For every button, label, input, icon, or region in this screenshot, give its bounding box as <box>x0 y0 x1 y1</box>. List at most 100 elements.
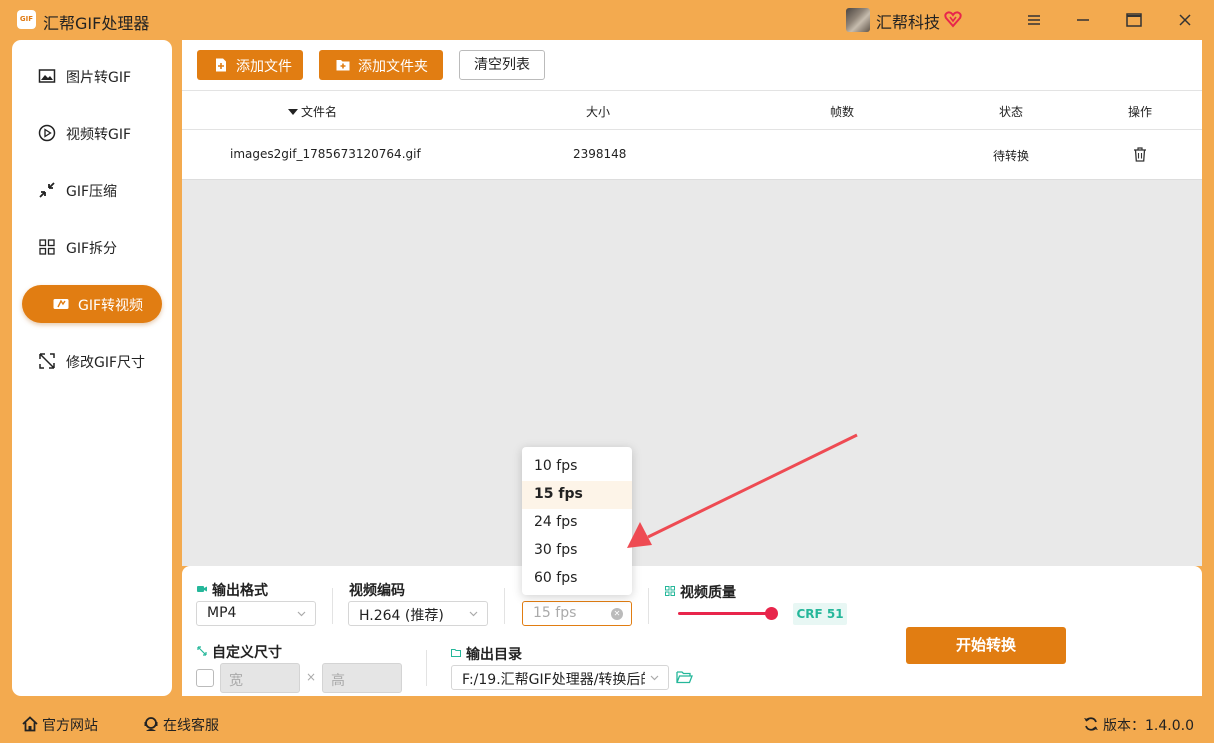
minimize-icon[interactable] <box>1071 8 1095 32</box>
divider <box>648 588 649 624</box>
sidebar: 图片转GIF 视频转GIF GIF压缩 GIF拆分 GIF转视频 修改GIF尺寸 <box>12 40 172 696</box>
times-sign: × <box>306 670 317 684</box>
support-icon <box>144 717 158 731</box>
custom-size-label: 自定义尺寸 <box>197 642 282 662</box>
clear-list-button[interactable]: 清空列表 <box>459 50 545 80</box>
quality-slider-handle[interactable] <box>765 607 778 620</box>
add-folder-label: 添加文件夹 <box>358 59 428 75</box>
divider <box>504 588 505 624</box>
output-format-select[interactable]: MP4 <box>196 601 316 626</box>
sidebar-item-label: GIF拆分 <box>66 241 118 257</box>
app-logo: GIF <box>17 10 36 29</box>
add-file-button[interactable]: 添加文件 <box>197 50 303 80</box>
support-label: 在线客服 <box>163 718 219 734</box>
divider <box>426 650 427 686</box>
title-bar: GIF 汇帮GIF处理器 汇帮科技 <box>0 0 1214 40</box>
maximize-icon[interactable] <box>1122 8 1146 32</box>
add-folder-icon <box>336 60 350 71</box>
video-codec-label: 视频编码 <box>349 583 405 599</box>
quality-slider-track[interactable] <box>678 612 772 615</box>
fps-option[interactable]: 30 fps <box>522 537 632 565</box>
video-icon <box>53 299 69 309</box>
column-label: 文件名 <box>301 105 338 119</box>
column-actions: 操作 <box>1128 105 1153 119</box>
section-label-text: 视频质量 <box>680 585 736 601</box>
folder-icon <box>451 649 461 657</box>
add-file-label: 添加文件 <box>236 59 292 75</box>
vip-heart-icon[interactable] <box>944 10 962 28</box>
fps-option[interactable]: 24 fps <box>522 509 632 537</box>
section-label-text: 输出格式 <box>212 583 268 599</box>
video-camera-icon <box>197 586 207 592</box>
grid-icon <box>665 586 675 596</box>
version-label: 版本：1.4.0.0 <box>1103 718 1194 734</box>
refresh-icon <box>1084 717 1098 731</box>
video-quality-label: 视频质量 <box>665 582 736 602</box>
height-input[interactable]: 高 <box>322 663 402 693</box>
app-title: 汇帮GIF处理器 <box>43 14 150 33</box>
footer: 官方网站 在线客服 版本：1.4.0.0 <box>0 706 1214 743</box>
sidebar-item-label: 修改GIF尺寸 <box>66 355 146 371</box>
resize-icon <box>197 646 207 656</box>
user-name[interactable]: 汇帮科技 <box>876 9 940 33</box>
folder-open-icon[interactable] <box>676 670 693 684</box>
resize-icon <box>39 353 55 369</box>
trash-icon[interactable] <box>1133 147 1147 162</box>
select-value: MP4 <box>207 605 237 621</box>
width-input[interactable]: 宽 <box>220 663 300 693</box>
select-value: H.264 (推荐) <box>359 608 444 624</box>
table-header: 文件名 大小 帧数 状态 操作 <box>182 90 1202 130</box>
file-list-area: 添加文件 添加文件夹 清空列表 文件名 大小 帧数 状态 操作 images2g… <box>182 40 1202 566</box>
fps-select[interactable]: 15 fps ✕ <box>522 601 632 626</box>
file-size: 2398148 <box>573 147 627 161</box>
close-icon[interactable] <box>1173 8 1197 32</box>
custom-size-checkbox[interactable] <box>196 669 214 687</box>
start-convert-button[interactable]: 开始转换 <box>906 627 1066 664</box>
sidebar-item-video-to-gif[interactable]: 视频转GIF <box>22 114 162 152</box>
menu-icon[interactable] <box>1022 8 1046 32</box>
avatar[interactable] <box>846 8 870 32</box>
column-frames[interactable]: 帧数 <box>830 103 854 120</box>
output-format-label: 输出格式 <box>197 580 268 600</box>
add-folder-button[interactable]: 添加文件夹 <box>319 50 443 80</box>
crf-badge: CRF 51 <box>793 603 847 625</box>
column-filename[interactable]: 文件名 <box>288 103 337 120</box>
sidebar-item-resize-gif[interactable]: 修改GIF尺寸 <box>22 342 162 380</box>
image-icon <box>38 69 56 83</box>
video-codec-select[interactable]: H.264 (推荐) <box>348 601 488 626</box>
home-icon <box>22 716 38 732</box>
select-value: F:/19.汇帮GIF处理器/转换后的 <box>462 672 645 688</box>
sidebar-item-gif-split[interactable]: GIF拆分 <box>22 228 162 266</box>
chevron-down-icon <box>469 611 478 617</box>
select-value: 15 fps <box>533 605 577 621</box>
fps-option-selected[interactable]: 15 fps <box>522 481 632 509</box>
clear-icon[interactable]: ✕ <box>611 608 623 620</box>
fps-option[interactable]: 10 fps <box>522 453 632 481</box>
divider <box>332 588 333 624</box>
add-file-icon <box>216 58 226 72</box>
fps-option[interactable]: 60 fps <box>522 565 632 593</box>
sidebar-item-gif-to-video[interactable]: GIF转视频 <box>22 285 162 323</box>
compress-icon <box>39 182 55 198</box>
table-row[interactable]: images2gif_1785673120764.gif 2398148 待转换 <box>182 130 1202 180</box>
play-circle-icon <box>38 124 56 142</box>
fps-dropdown: 10 fps 15 fps 24 fps 30 fps 60 fps <box>522 447 632 595</box>
sidebar-item-gif-compress[interactable]: GIF压缩 <box>22 171 162 209</box>
column-size[interactable]: 大小 <box>586 103 610 120</box>
column-status[interactable]: 状态 <box>999 103 1023 120</box>
sidebar-item-label: GIF转视频 <box>78 298 144 314</box>
section-label-text: 输出目录 <box>466 647 522 663</box>
output-dir-select[interactable]: F:/19.汇帮GIF处理器/转换后的 <box>451 665 669 690</box>
chevron-down-icon <box>650 675 659 681</box>
sidebar-item-label: 视频转GIF <box>66 127 132 143</box>
website-label: 官方网站 <box>42 718 98 734</box>
toolbar: 添加文件 添加文件夹 清空列表 <box>182 40 1202 90</box>
split-icon <box>39 239 55 255</box>
file-status: 待转换 <box>993 149 1030 163</box>
section-label-text: 自定义尺寸 <box>212 645 282 661</box>
output-dir-label: 输出目录 <box>451 644 522 664</box>
sidebar-item-label: GIF压缩 <box>66 184 118 200</box>
settings-panel: 输出格式 MP4 视频编码 H.264 (推荐) 15 fps ✕ 视频质量 C… <box>182 566 1202 696</box>
sidebar-item-image-to-gif[interactable]: 图片转GIF <box>22 57 162 95</box>
file-name: images2gif_1785673120764.gif <box>230 147 421 161</box>
